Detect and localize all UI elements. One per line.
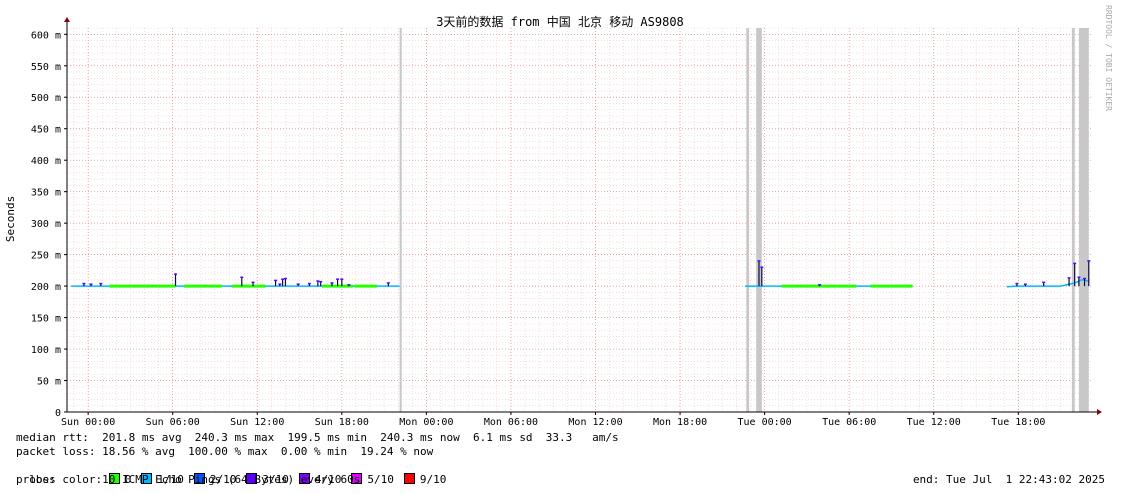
x-tick-label: Mon 06:00 [484, 417, 538, 428]
packet-loss-stats: packet loss: 18.56 % avg 100.00 % max 0.… [16, 445, 434, 458]
x-tick-label: Tue 00:00 [738, 417, 792, 428]
probe-info: probe: 10 ICMP Echo Pings (64 Bytes) eve… [16, 473, 361, 486]
x-tick-label: Sun 18:00 [315, 417, 369, 428]
x-tick-label: Mon 12:00 [568, 417, 622, 428]
series [71, 260, 1091, 288]
x-axis-arrow [1097, 409, 1102, 415]
x-tick-label: Tue 18:00 [991, 417, 1045, 428]
loss-band [399, 28, 402, 412]
y-axis-label: Seconds [4, 196, 17, 242]
y-tick-label: 400 m [31, 156, 61, 167]
x-tick-label: Mon 18:00 [653, 417, 707, 428]
grid [67, 27, 1093, 412]
x-tick-label: Mon 00:00 [399, 417, 453, 428]
loss-color-value: 5/10 [367, 473, 394, 486]
chart-title: 3天前的数据 from 中国 北京 移动 AS9808 [436, 14, 684, 29]
y-tick-label: 250 m [31, 251, 61, 262]
y-tick-label: 100 m [31, 345, 61, 356]
y-tick-label: 600 m [31, 30, 61, 41]
rrdtool-watermark: RRDTOOL / TOBI OETIKER [1104, 5, 1113, 111]
y-tick-label: 200 m [31, 282, 61, 293]
x-tick-label: Sun 12:00 [230, 417, 284, 428]
end-time: end: Tue Jul 1 22:43:02 2025 [912, 473, 1105, 486]
y-tick-label: 300 m [31, 219, 61, 230]
latency-chart: 050 m100 m150 m200 m250 m300 m350 m400 m… [4, 5, 1113, 428]
y-tick-label: 550 m [31, 62, 61, 73]
y-tick-label: 150 m [31, 314, 61, 325]
y-tick-label: 50 m [37, 377, 61, 388]
loss-band [756, 28, 762, 412]
y-axis-arrow [64, 17, 70, 22]
median-rtt-line [1006, 279, 1089, 288]
loss-color-item: 9/10 [403, 473, 447, 486]
loss-band [1078, 28, 1089, 412]
y-tick-label: 350 m [31, 188, 61, 199]
loss-band [1071, 28, 1075, 412]
x-tick-label: Tue 12:00 [907, 417, 961, 428]
loss-band [746, 28, 750, 412]
x-tick-label: Tue 06:00 [822, 417, 876, 428]
x-tick-label: Sun 00:00 [61, 417, 115, 428]
loss-color-swatch [403, 473, 415, 484]
median-rtt-stats: median rtt: 201.8 ms avg 240.3 ms max 19… [16, 431, 619, 444]
loss-color-value: 9/10 [419, 473, 447, 486]
x-tick-label: Sun 06:00 [146, 417, 200, 428]
loss-bands [399, 28, 1089, 412]
y-tick-label: 500 m [31, 93, 61, 104]
y-tick-label: 450 m [31, 125, 61, 136]
